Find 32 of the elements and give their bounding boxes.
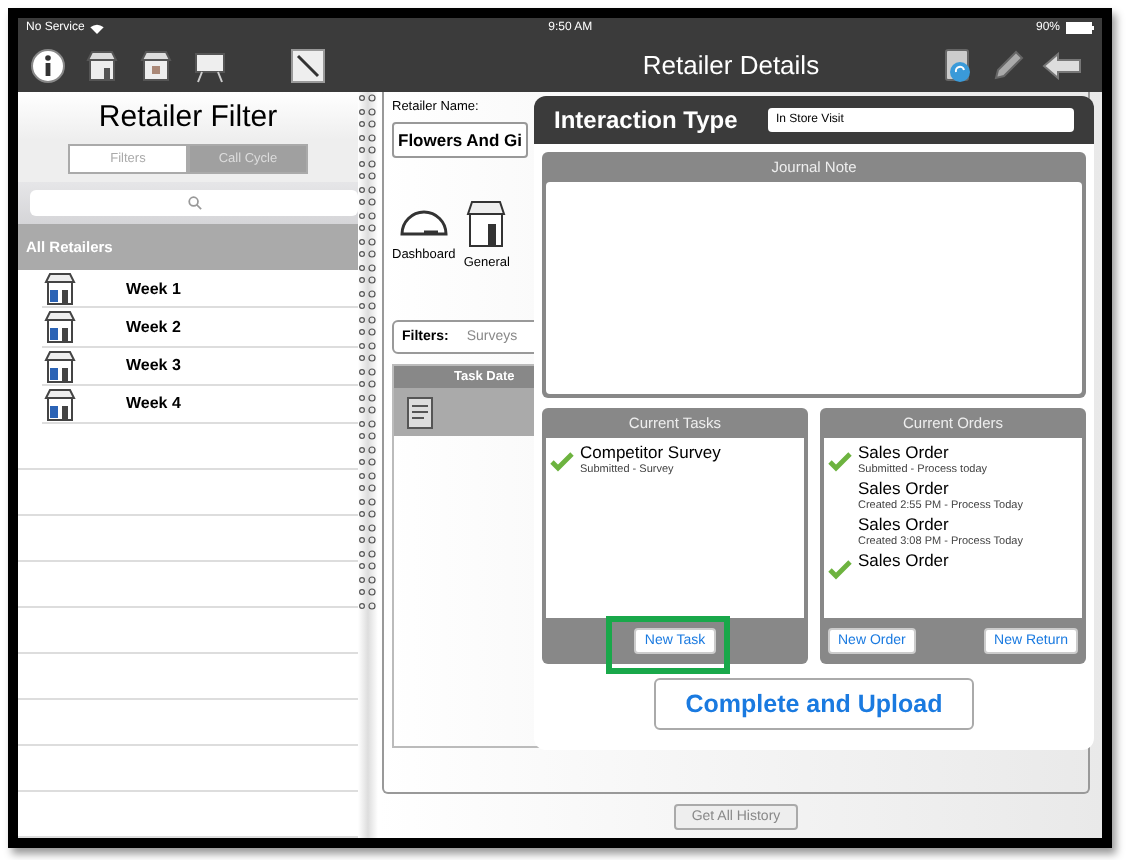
search-icon — [187, 196, 201, 210]
pencil-icon[interactable] — [990, 47, 1026, 83]
retailer-list-item[interactable]: Week 3 — [42, 347, 358, 386]
list-item-title[interactable]: Sales Order — [858, 550, 949, 570]
retailer-list-item[interactable]: Week 2 — [42, 308, 358, 347]
store-icon — [464, 198, 509, 250]
store-box-icon[interactable] — [138, 47, 174, 83]
easel-icon[interactable] — [192, 47, 228, 83]
highlight-frame — [606, 616, 730, 674]
expand-icon[interactable] — [290, 47, 326, 83]
screen-title: Retailer Details — [640, 50, 822, 80]
complete-upload-button[interactable]: Complete and Upload — [653, 678, 975, 730]
retailer-list-item[interactable]: Week 4 — [42, 385, 358, 424]
retailer-list-item[interactable]: Week 1 — [42, 270, 358, 309]
wifi-icon — [90, 23, 105, 33]
list-item-title[interactable]: Sales Order — [858, 478, 1023, 498]
info-icon[interactable] — [30, 47, 66, 83]
battery-icon — [1066, 22, 1094, 34]
list-item-title[interactable]: Sales Order — [858, 442, 988, 462]
store-icon — [42, 308, 78, 345]
sync-clipboard-icon[interactable] — [942, 45, 974, 85]
list-item-title[interactable]: Competitor Survey — [580, 442, 721, 462]
back-arrow-icon[interactable] — [1042, 51, 1082, 79]
store-icon[interactable] — [84, 47, 120, 83]
store-icon — [42, 270, 78, 307]
store-icon — [42, 347, 78, 384]
search-field[interactable] — [30, 190, 358, 216]
store-icon — [42, 385, 78, 422]
clipboard-icon — [406, 394, 434, 430]
retailer-name-field[interactable]: Flowers And Gi — [392, 122, 529, 158]
dialog-title: Interaction Type — [554, 106, 738, 134]
list-item-title[interactable]: Sales Order — [858, 514, 1023, 534]
